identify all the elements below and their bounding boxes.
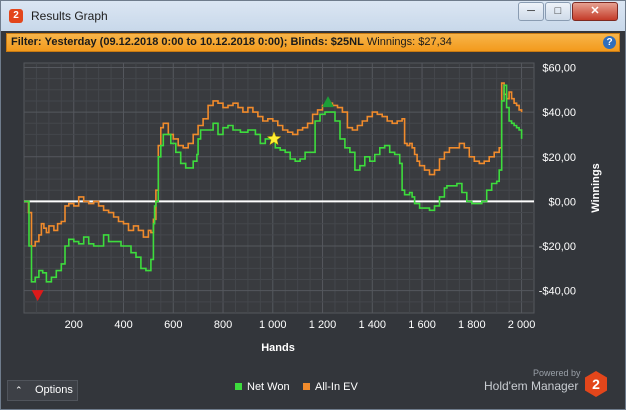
legend-item-allin-ev[interactable]: All-In EV (303, 381, 358, 393)
x-tick-label: 1 000 (259, 319, 287, 331)
y-tick-label: -$40,00 (539, 286, 576, 298)
y-axis-ticks: $60,00 $40,00 $20,00 $0,00 -$20,00 -$40,00 (539, 62, 576, 297)
x-tick-label: 2 000 (508, 319, 536, 331)
x-tick-label: 1 800 (458, 319, 486, 331)
bottom-bar: ⌃ Options Net Won All-In EV Powered by H… (2, 368, 625, 410)
allin-ev-swatch (303, 383, 310, 390)
y-tick-label: $40,00 (542, 107, 576, 119)
x-tick-label: 800 (214, 319, 232, 331)
y-axis-title: Winnings (590, 163, 602, 212)
options-button[interactable]: ⌃ Options (7, 380, 78, 401)
results-chart[interactable]: 200 400 600 800 1 000 1 200 1 400 1 600 1 800 2 0… (1, 1, 625, 377)
x-tick-label: 1 200 (309, 319, 337, 331)
x-tick-label: 1 600 (408, 319, 436, 331)
y-tick-label: $0,00 (548, 196, 576, 208)
x-tick-label: 200 (65, 319, 83, 331)
powered-by-text: Powered by (533, 368, 581, 378)
legend-label-allin-ev: All-In EV (315, 381, 358, 393)
x-tick-label: 600 (164, 319, 182, 331)
y-tick-label: $20,00 (542, 152, 576, 164)
x-axis-ticks: 200 400 600 800 1 000 1 200 1 400 1 600 1 800 2 0… (65, 319, 536, 331)
x-tick-label: 400 (114, 319, 132, 331)
options-label: Options (35, 384, 73, 396)
y-tick-label: $60,00 (542, 62, 576, 74)
chevron-up-icon: ⌃ (15, 385, 23, 395)
brand-name: Hold'em Manager (484, 379, 579, 393)
legend-item-net-won[interactable]: Net Won (235, 381, 290, 393)
x-axis-title: Hands (261, 342, 295, 354)
x-tick-label: 1 400 (359, 319, 387, 331)
results-graph-window: 2 Results Graph ─ □ ✕ Filter: Yesterday … (0, 0, 626, 410)
net-won-swatch (235, 383, 242, 390)
y-tick-label: -$20,00 (539, 241, 576, 253)
legend-label-net-won: Net Won (247, 381, 290, 393)
